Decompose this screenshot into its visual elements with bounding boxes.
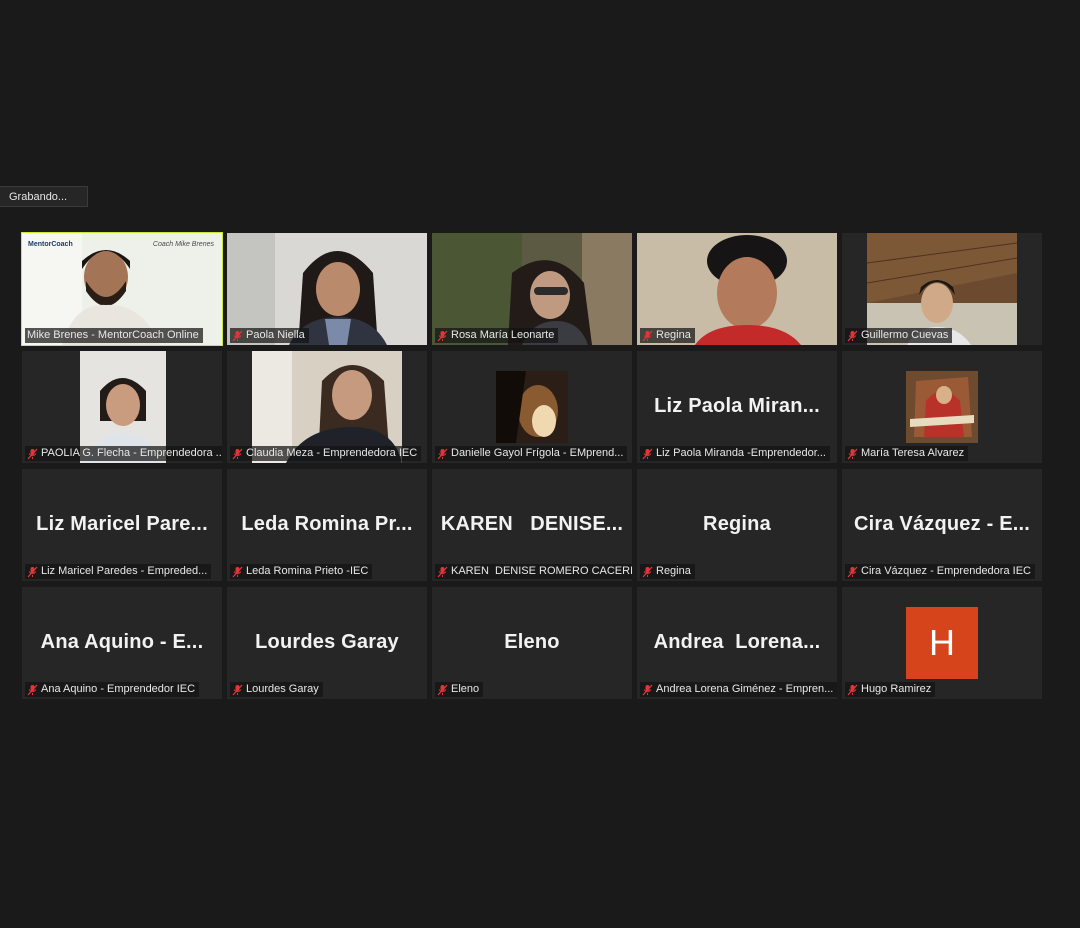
participant-name-tag: Mike Brenes - MentorCoach Online: [25, 328, 203, 343]
mic-muted-icon: [642, 330, 653, 341]
participant-name: Liz Maricel Paredes - Empreded...: [41, 565, 208, 577]
participant-name-tag: Lourdes Garay: [230, 682, 323, 697]
recording-indicator: Grabando...: [0, 186, 88, 207]
participant-display-name: KAREN DENISE...: [440, 513, 624, 535]
mic-muted-icon: [847, 448, 858, 459]
mic-muted-icon: [232, 684, 243, 695]
participant-tile[interactable]: KAREN DENISE... KAREN DENISE ROMERO CACE…: [432, 469, 632, 581]
mic-muted-icon: [437, 330, 448, 341]
participant-name-tag: Cira Vázquez - Emprendedora IEC: [845, 564, 1035, 579]
participant-tile[interactable]: H Hugo Ramirez: [842, 587, 1042, 699]
participant-display-name: Lourdes Garay: [255, 631, 399, 653]
participant-name: Danielle Gayol Frígola - EMprend...: [451, 447, 624, 459]
mic-muted-icon: [437, 566, 448, 577]
mic-muted-icon: [847, 330, 858, 341]
participant-tile[interactable]: Danielle Gayol Frígola - EMprend...: [432, 351, 632, 463]
participant-name-tag: Danielle Gayol Frígola - EMprend...: [435, 446, 628, 461]
participant-tile[interactable]: Paola Niella: [227, 233, 427, 345]
participant-tile[interactable]: Andrea Lorena... Andrea Lorena Giménez -…: [637, 587, 837, 699]
mic-muted-icon: [642, 448, 653, 459]
participant-tile[interactable]: Lourdes Garay Lourdes Garay: [227, 587, 427, 699]
avatar: H: [906, 607, 978, 679]
participant-display-name: Liz Paola Miran...: [654, 395, 820, 417]
mic-muted-icon: [642, 566, 653, 577]
participant-name-tag: Andrea Lorena Giménez - Empren...: [640, 682, 837, 697]
participant-name: Andrea Lorena Giménez - Empren...: [656, 683, 834, 695]
participant-name: Leda Romina Prieto -IEC: [246, 565, 369, 577]
participant-tile[interactable]: Claudia Meza - Emprendedora IEC: [227, 351, 427, 463]
participant-name: Guillermo Cuevas: [861, 329, 949, 341]
participant-name-tag: Ana Aquino - Emprendedor IEC: [25, 682, 200, 697]
participant-display-name: Leda Romina Pr...: [241, 513, 413, 535]
participant-tile[interactable]: Liz Paola Miran... Liz Paola Miranda -Em…: [637, 351, 837, 463]
participant-display-name: Regina: [703, 513, 771, 535]
participant-name-tag: Regina: [640, 328, 695, 343]
participant-name: Eleno: [451, 683, 480, 695]
mic-muted-icon: [642, 684, 653, 695]
participant-tile[interactable]: Rosa María Leonarte: [432, 233, 632, 345]
participant-tile[interactable]: María Teresa Alvarez: [842, 351, 1042, 463]
participant-name: Hugo Ramirez: [861, 683, 932, 695]
participant-name-tag: Guillermo Cuevas: [845, 328, 953, 343]
participant-name: Regina: [656, 565, 691, 577]
mic-muted-icon: [437, 684, 448, 695]
participant-name-tag: Liz Maricel Paredes - Empreded...: [25, 564, 212, 579]
participant-name: Liz Paola Miranda -Emprendedor...: [656, 447, 826, 459]
participant-name-tag: Paola Niella: [230, 328, 309, 343]
participant-tile[interactable]: PAOLIA G. Flecha - Emprendedora ...: [22, 351, 222, 463]
mic-muted-icon: [232, 330, 243, 341]
participant-name-tag: Leda Romina Prieto -IEC: [230, 564, 373, 579]
profile-picture: [496, 371, 568, 443]
participant-name: Regina: [656, 329, 691, 341]
mic-muted-icon: [232, 566, 243, 577]
mic-muted-icon: [232, 448, 243, 459]
participant-tile[interactable]: Guillermo Cuevas: [842, 233, 1042, 345]
brand-logo: MentorCoach: [28, 241, 73, 248]
participant-name-tag: Liz Paola Miranda -Emprendedor...: [640, 446, 830, 461]
participant-name-tag: María Teresa Alvarez: [845, 446, 969, 461]
participant-display-name: Andrea Lorena...: [653, 631, 821, 653]
profile-picture: [906, 371, 978, 443]
participant-name: Claudia Meza - Emprendedora IEC: [246, 447, 418, 459]
participant-name-tag: PAOLIA G. Flecha - Emprendedora ...: [25, 446, 222, 461]
participant-tile[interactable]: MentorCoach Coach Mike Brenes Mike Brene…: [21, 232, 223, 346]
participant-name: PAOLIA G. Flecha - Emprendedora ...: [41, 447, 222, 459]
participant-display-name: Eleno: [504, 631, 560, 653]
participant-name: Lourdes Garay: [246, 683, 319, 695]
participant-name-tag: Hugo Ramirez: [845, 682, 936, 697]
participant-name: María Teresa Alvarez: [861, 447, 965, 459]
mic-muted-icon: [27, 448, 38, 459]
participant-tile[interactable]: Eleno Eleno: [432, 587, 632, 699]
participant-name-tag: Eleno: [435, 682, 484, 697]
participant-name-tag: Regina: [640, 564, 695, 579]
mic-muted-icon: [847, 566, 858, 577]
participant-name: KAREN DENISE ROMERO CACERES: [451, 565, 632, 577]
participant-tile[interactable]: Leda Romina Pr... Leda Romina Prieto -IE…: [227, 469, 427, 581]
mic-muted-icon: [27, 566, 38, 577]
mic-muted-icon: [437, 448, 448, 459]
signature-text: Coach Mike Brenes: [152, 241, 214, 248]
participant-tile[interactable]: Liz Maricel Pare... Liz Maricel Paredes …: [22, 469, 222, 581]
mic-muted-icon: [27, 684, 38, 695]
participant-name: Mike Brenes - MentorCoach Online: [27, 329, 199, 341]
participant-name: Ana Aquino - Emprendedor IEC: [41, 683, 196, 695]
participant-name: Rosa María Leonarte: [451, 329, 555, 341]
participant-name-tag: Rosa María Leonarte: [435, 328, 559, 343]
participant-display-name: Liz Maricel Pare...: [36, 513, 208, 535]
participant-name-tag: Claudia Meza - Emprendedora IEC: [230, 446, 422, 461]
participant-display-name: Cira Vázquez - E...: [853, 513, 1031, 535]
participant-gallery: MentorCoach Coach Mike Brenes Mike Brene…: [21, 232, 1042, 699]
mic-muted-icon: [847, 684, 858, 695]
participant-tile[interactable]: Regina: [637, 233, 837, 345]
participant-name-tag: KAREN DENISE ROMERO CACERES: [435, 564, 632, 579]
participant-display-name: Ana Aquino - E...: [40, 631, 204, 653]
participant-name: Cira Vázquez - Emprendedora IEC: [861, 565, 1031, 577]
participant-tile[interactable]: Cira Vázquez - E... Cira Vázquez - Empre…: [842, 469, 1042, 581]
participant-tile[interactable]: Ana Aquino - E... Ana Aquino - Emprended…: [22, 587, 222, 699]
participant-name: Paola Niella: [246, 329, 305, 341]
participant-tile[interactable]: Regina Regina: [637, 469, 837, 581]
